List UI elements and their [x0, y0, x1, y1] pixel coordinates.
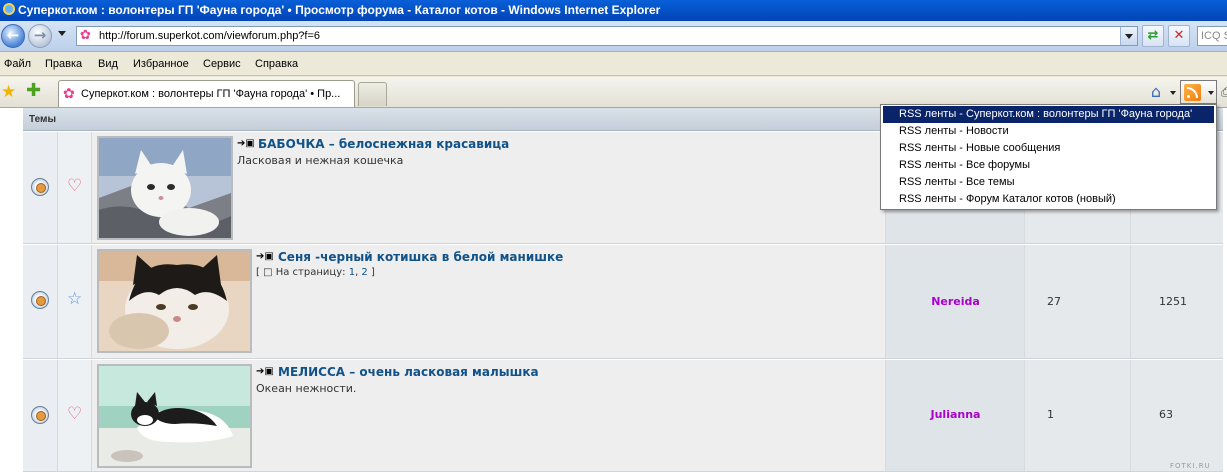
menu-view[interactable]: Вид: [98, 52, 118, 76]
recent-pages-dropdown[interactable]: [58, 31, 66, 36]
tab-active[interactable]: ✿ Суперкот.ком : волонтеры ГП 'Фауна гор…: [58, 80, 355, 107]
topic-status-cell: [23, 245, 58, 358]
star-icon[interactable]: ☆: [67, 291, 82, 308]
views-count: 63: [1159, 408, 1173, 421]
topic-status-cell: [23, 132, 58, 243]
rss-menu-item-all-forums[interactable]: RSS ленты - Все форумы: [883, 157, 1214, 174]
topic-pagination: [ □ На страницу: 1, 2 ]: [256, 267, 375, 278]
topics-header-label: Темы: [29, 114, 56, 125]
table-row: ☆ ➔▣ Сеня -черный котишка в белой манишк…: [23, 245, 1223, 359]
menu-bar: Файл Правка Вид Избранное Сервис Справка: [0, 52, 1227, 76]
pagination-label: На страницу:: [275, 267, 346, 278]
forward-button[interactable]: →: [28, 24, 52, 48]
topic-title-link[interactable]: МЕЛИССА – очень ласковая малышка: [278, 365, 539, 379]
topic-cell: ➔▣ Сеня -черный котишка в белой манишке …: [92, 245, 886, 358]
topic-author[interactable]: Julianna: [886, 408, 1025, 421]
goto-last-post-icon[interactable]: ➔▣: [237, 138, 255, 149]
heart-icon[interactable]: ♡: [67, 178, 82, 195]
menu-tools[interactable]: Сервис: [203, 52, 241, 76]
favorite-cell: ☆: [58, 245, 92, 358]
feeds-button[interactable]: [1180, 80, 1217, 104]
topic-cell: ➔▣ МЕЛИССА – очень ласковая малышка Океа…: [92, 360, 886, 471]
goto-last-post-icon[interactable]: ➔▣: [256, 366, 274, 377]
views-cell: 63: [1131, 360, 1223, 471]
address-url[interactable]: http://forum.superkot.com/viewforum.php?…: [99, 27, 320, 45]
views-cell: 1251: [1131, 245, 1223, 358]
topic-title-link[interactable]: БАБОЧКА – белоснежная красавица: [258, 137, 509, 151]
topic-status-cell: [23, 360, 58, 471]
rss-menu-item-all-topics[interactable]: RSS ленты - Все темы: [883, 174, 1214, 191]
site-favicon-icon: ✿: [80, 28, 91, 43]
address-toolbar: ← → ✿ http://forum.superkot.com/viewforu…: [0, 21, 1227, 52]
search-input[interactable]: ICQ S: [1197, 26, 1227, 46]
author-cell: Julianna: [886, 360, 1025, 471]
views-count: 1251: [1159, 295, 1187, 308]
page-icon: □: [263, 267, 273, 278]
favorite-cell: ♡: [58, 360, 92, 471]
topic-author[interactable]: Nereida: [886, 295, 1025, 308]
pagination-close-bracket: ]: [370, 267, 375, 278]
window-title: Суперкот.ком : волонтеры ГП 'Фауна город…: [18, 3, 661, 17]
address-dropdown-button[interactable]: [1120, 27, 1137, 45]
rss-menu-item-superkot[interactable]: RSS ленты - Суперкот.ком : волонтеры ГП …: [883, 106, 1214, 123]
rss-menu-item-cat-catalog[interactable]: RSS ленты - Форум Каталог котов (новый): [883, 191, 1214, 208]
home-dropdown-icon[interactable]: [1170, 91, 1176, 95]
print-icon[interactable]: ⎙: [1221, 85, 1227, 99]
stop-button[interactable]: ✕: [1168, 25, 1190, 47]
pagination-open-bracket: [: [256, 267, 260, 278]
menu-file[interactable]: Файл: [4, 52, 31, 76]
feeds-dropdown-icon: [1208, 91, 1214, 95]
goto-last-post-icon[interactable]: ➔▣: [256, 251, 274, 262]
topic-description: Ласковая и нежная кошечка: [237, 154, 404, 167]
new-tab-button[interactable]: [358, 82, 387, 106]
cat-photo-white[interactable]: [97, 136, 233, 240]
topic-status-icon: [31, 406, 49, 424]
rss-icon: [1184, 84, 1201, 101]
heart-icon[interactable]: ♡: [67, 406, 82, 423]
author-cell: Nereida: [886, 245, 1025, 358]
address-field[interactable]: ✿ http://forum.superkot.com/viewforum.ph…: [76, 26, 1138, 46]
topic-status-icon: [31, 178, 49, 196]
browser-window: Суперкот.ком : волонтеры ГП 'Фауна город…: [0, 0, 1227, 472]
rss-menu-item-new-posts[interactable]: RSS ленты - Новые сообщения: [883, 140, 1214, 157]
favorite-cell: ♡: [58, 132, 92, 243]
menu-favorites[interactable]: Избранное: [133, 52, 189, 76]
page-link-2[interactable]: 2: [361, 267, 367, 278]
cat-photo-black-white-lying[interactable]: [97, 364, 252, 468]
home-icon[interactable]: ⌂: [1146, 82, 1166, 102]
topic-description: Океан нежности.: [256, 382, 357, 395]
topic-status-icon: [31, 291, 49, 309]
replies-cell: 1: [1025, 360, 1131, 471]
window-title-bar: Суперкот.ком : волонтеры ГП 'Фауна город…: [0, 0, 1227, 21]
refresh-button[interactable]: ⇄: [1142, 25, 1164, 47]
watermark: FOTKI.RU: [1170, 462, 1211, 470]
ie-logo-icon: [3, 3, 15, 15]
add-to-favorites-icon[interactable]: ✚: [26, 82, 44, 100]
tab-label: Суперкот.ком : волонтеры ГП 'Фауна город…: [81, 88, 341, 100]
table-row: ♡: [23, 360, 1223, 472]
favorites-center-star-icon[interactable]: ★: [1, 83, 19, 101]
topic-cell: ➔▣ БАБОЧКА – белоснежная красавица Ласко…: [92, 132, 886, 243]
replies-cell: 27: [1025, 245, 1131, 358]
menu-help[interactable]: Справка: [255, 52, 298, 76]
rss-menu-item-news[interactable]: RSS ленты - Новости: [883, 123, 1214, 140]
menu-edit[interactable]: Правка: [45, 52, 82, 76]
replies-count: 27: [1047, 295, 1061, 308]
back-button[interactable]: ←: [1, 24, 25, 48]
topic-title-link[interactable]: Сеня -черный котишка в белой манишке: [278, 250, 563, 264]
replies-count: 1: [1047, 408, 1054, 421]
page-link-1[interactable]: 1: [349, 267, 355, 278]
tab-favicon-icon: ✿: [63, 86, 75, 102]
feeds-dropdown-menu: RSS ленты - Суперкот.ком : волонтеры ГП …: [880, 104, 1217, 210]
cat-photo-black-white[interactable]: [97, 249, 252, 353]
